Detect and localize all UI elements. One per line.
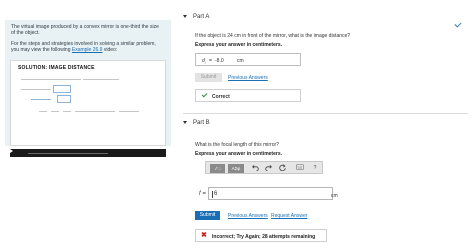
part-a-question: If the object is 24 cm in front of the m… (195, 33, 351, 39)
problem-intro: The virtual image produced by a convex m… (11, 24, 159, 36)
part-a-answer-value: -8.0 (215, 58, 224, 64)
redo-icon[interactable] (264, 164, 272, 173)
focal-length-value: 6 (212, 191, 218, 199)
equals-sign: = (209, 58, 212, 64)
part-b-title: Part B (193, 120, 210, 126)
part-b-result-label: Incorrect; Try Again; 28 attempts remain… (212, 234, 316, 240)
video-controls[interactable] (10, 149, 166, 157)
section-divider (183, 113, 468, 114)
part-b-question: What is the focal length of this mirror? (195, 142, 279, 148)
video-text-line (119, 111, 139, 112)
part-b-feedback: ✖ Incorrect; Try Again; 28 attempts rema… (195, 229, 327, 242)
video-text-line (75, 111, 115, 112)
focal-length-input[interactable]: 6 (208, 187, 333, 200)
example-video-link[interactable]: Example 26.9 (72, 47, 103, 53)
video-text-line (21, 79, 81, 80)
answer-variable: di (202, 58, 205, 66)
part-a-answer-unit: cm (237, 58, 244, 64)
play-icon[interactable] (10, 149, 13, 153)
video-fraction-bar (63, 111, 71, 112)
video-highlight-line (31, 99, 51, 100)
part-b-header[interactable]: Part B (183, 120, 210, 127)
focal-length-label: f = (199, 191, 206, 197)
check-icon (454, 20, 462, 28)
part-b-request-answer-link[interactable]: Request Answer (271, 213, 307, 219)
part-a-submit-button[interactable]: Submit (195, 73, 222, 82)
undo-icon[interactable] (251, 164, 259, 173)
video-player[interactable]: SOLUTION: IMAGE DISTANCE (10, 60, 166, 146)
close-x-icon: ✖ (201, 232, 207, 239)
info-panel: The virtual image produced by a convex m… (5, 20, 171, 157)
math-toolbar: √̄ □ AΣφ ? (205, 161, 323, 174)
part-a-result-label: Correct (212, 94, 230, 100)
video-equation-box (53, 85, 71, 93)
part-b-instruction: Express your answer in centimeters. (195, 151, 282, 157)
answer-variable-sub: i (204, 61, 206, 65)
part-a-title: Part A (193, 14, 210, 20)
strategy-suffix: video: (102, 47, 118, 53)
part-a-previous-answers-link[interactable]: Previous Answers (228, 75, 268, 81)
part-a-answer-field: di = -8.0 cm (195, 53, 301, 66)
part-b-unit: cm (331, 193, 338, 199)
collapse-triangle-icon[interactable] (183, 14, 187, 18)
greek-symbols-button[interactable]: AΣφ (228, 164, 244, 173)
strategy-text: For the steps and strategies involved in… (11, 41, 161, 53)
help-icon[interactable]: ? (311, 164, 319, 173)
correct-check-icon (201, 91, 208, 98)
video-frame (21, 75, 157, 137)
video-equation-box (57, 95, 71, 103)
video-fraction-bar (51, 111, 59, 112)
video-title: SOLUTION: IMAGE DISTANCE (18, 65, 95, 71)
fraction-template-button[interactable]: √̄ □ (210, 164, 225, 173)
video-fraction-bar (39, 111, 47, 112)
part-b-previous-answers-link[interactable]: Previous Answers (228, 213, 268, 219)
video-text-line (83, 79, 119, 80)
math-editor: √̄ □ AΣφ ? f = 6 (195, 161, 340, 208)
video-text-line (21, 89, 51, 90)
reset-icon[interactable] (278, 164, 286, 173)
keyboard-icon[interactable] (296, 164, 304, 173)
part-a-feedback: Correct (195, 89, 301, 102)
part-b-submit-button[interactable]: Submit (195, 211, 220, 220)
collapse-triangle-icon[interactable] (183, 120, 187, 124)
part-a-instruction: Express your answer in centimeters. (195, 42, 282, 48)
part-a-header[interactable]: Part A (183, 14, 209, 21)
video-progress-bar[interactable] (28, 153, 108, 154)
